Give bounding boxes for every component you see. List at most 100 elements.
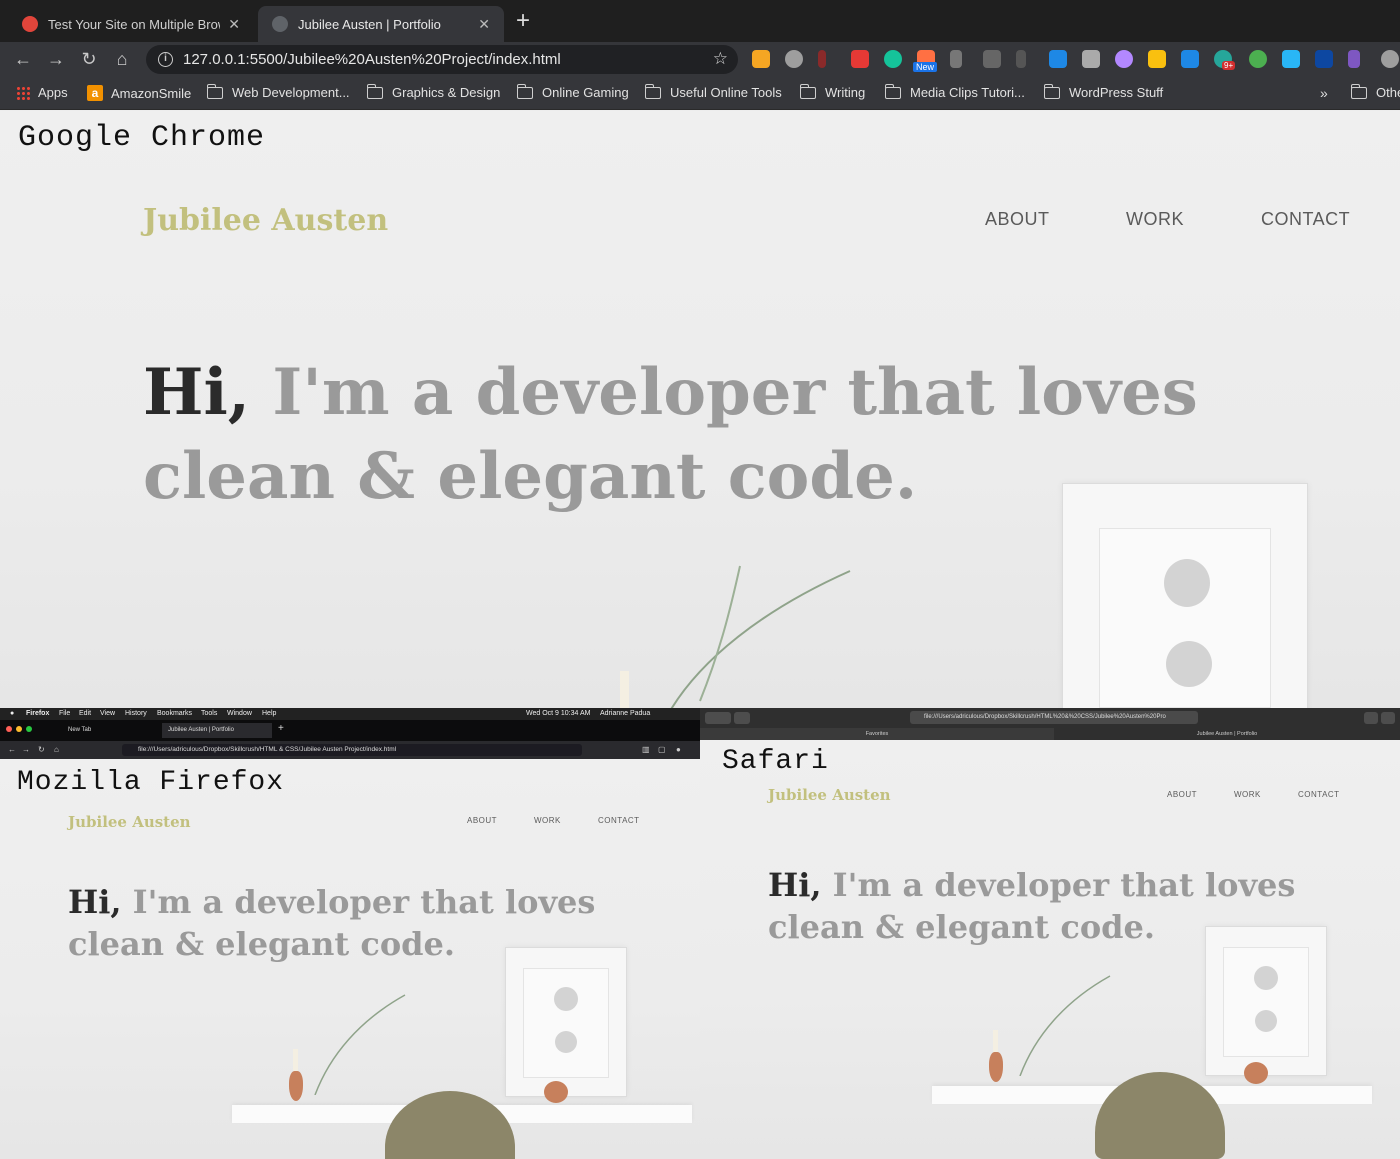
tab-title: Jubilee Austen | Portfolio	[1196, 731, 1258, 737]
bookmark-folder[interactable]: Useful Online Tools	[644, 83, 782, 100]
nav-about[interactable]: ABOUT	[467, 816, 497, 825]
grammarly-icon[interactable]	[884, 50, 902, 68]
nav-contact[interactable]: CONTACT	[1298, 790, 1340, 799]
address-bar[interactable]: i 127.0.0.1:5500/Jubilee%20Austen%20Proj…	[146, 45, 738, 74]
forward-arrow-icon[interactable]: →	[22, 745, 30, 754]
close-tab-icon[interactable]: ✕	[228, 16, 240, 33]
nav-work[interactable]: WORK	[1126, 209, 1184, 230]
bookmark-folder[interactable]: Web Development...	[206, 83, 350, 100]
minimize-window-icon[interactable]	[16, 726, 22, 732]
dropbox-icon[interactable]	[1049, 50, 1067, 68]
bookmark-folder[interactable]: Writing	[799, 83, 865, 100]
bookmark-label: Media Clips Tutori...	[910, 85, 1025, 100]
site-logo[interactable]: Jubilee Austen	[68, 813, 191, 831]
apple-icon[interactable]: ●	[10, 708, 14, 720]
menu-bookmarks[interactable]: Bookmarks	[157, 708, 192, 720]
address-bar[interactable]: file:///Users/adriculous/Dropbox/Skillcr…	[910, 711, 1198, 724]
close-window-icon[interactable]	[6, 726, 12, 732]
sidebar-icon[interactable]	[734, 712, 750, 724]
bookmark-folder[interactable]: Graphics & Design	[366, 83, 501, 100]
menu-edit[interactable]: Edit	[79, 708, 91, 720]
new-tab-button[interactable]: +	[516, 9, 530, 33]
extension-icon[interactable]	[1249, 50, 1267, 68]
site-logo[interactable]: Jubilee Austen	[768, 786, 891, 804]
extension-icon[interactable]	[752, 50, 770, 68]
bulb-extension-icon[interactable]	[983, 50, 1001, 68]
reload-icon[interactable]: ↻	[38, 745, 45, 754]
bookmark-label: Useful Online Tools	[670, 85, 782, 100]
extension-icon[interactable]	[818, 50, 826, 68]
home-icon[interactable]: ⌂	[54, 745, 59, 754]
cloud-extension-icon[interactable]	[1282, 50, 1300, 68]
tab-favorites[interactable]: Favorites	[700, 728, 1054, 740]
extension-icon[interactable]	[1315, 50, 1333, 68]
bookmark-folder[interactable]: Othe	[1350, 83, 1400, 100]
picture-frame	[505, 947, 627, 1097]
nav-contact[interactable]: CONTACT	[598, 816, 640, 825]
address-bar[interactable]: file:///Users/adriculous/Dropbox/Skillcr…	[122, 744, 582, 756]
safari-toolbar: file:///Users/adriculous/Dropbox/Skillcr…	[700, 708, 1400, 728]
nav-about[interactable]: ABOUT	[1167, 790, 1197, 799]
nav-about[interactable]: ABOUT	[985, 209, 1050, 230]
firefox-window: ● Firefox File Edit View History Bookmar…	[0, 708, 700, 1159]
menu-tools[interactable]: Tools	[201, 708, 217, 720]
bookmark-amazonsmile[interactable]: a AmazonSmile	[87, 85, 191, 101]
tab-new-tab[interactable]: New Tab	[56, 723, 160, 738]
skype-icon[interactable]	[1181, 50, 1199, 68]
new-tab-button[interactable]: +	[278, 723, 284, 734]
frame-mat	[1099, 528, 1271, 708]
bookmark-star-icon[interactable]: ☆	[713, 49, 728, 69]
bookmark-label: Graphics & Design	[392, 85, 501, 100]
menu-window[interactable]: Window	[227, 708, 252, 720]
nav-work[interactable]: WORK	[534, 816, 561, 825]
apps-grid-icon	[16, 85, 30, 100]
tab-jubilee-portfolio[interactable]: Jubilee Austen | Portfolio ✕	[258, 6, 504, 42]
extension-icon[interactable]	[950, 50, 962, 68]
nav-work[interactable]: WORK	[1234, 790, 1261, 799]
extension-icon[interactable]	[1115, 50, 1133, 68]
menu-history[interactable]: History	[125, 708, 147, 720]
gear-extension-icon[interactable]	[785, 50, 803, 68]
site-logo[interactable]: Jubilee Austen	[143, 203, 388, 238]
tab-test-your-site[interactable]: Test Your Site on Multiple Brow ✕	[8, 6, 254, 42]
menu-user[interactable]: Adrianne Padua	[600, 708, 650, 720]
bookmark-folder[interactable]: Media Clips Tutori...	[884, 83, 1025, 100]
reload-icon[interactable]: ↻	[78, 48, 100, 70]
menu-file[interactable]: File	[59, 708, 70, 720]
close-tab-icon[interactable]: ✕	[478, 16, 490, 33]
firefox-toolbar: ← → ↻ ⌂ file:///Users/adriculous/Dropbox…	[0, 741, 700, 759]
amazon-icon: a	[87, 85, 103, 101]
home-icon[interactable]: ⌂	[111, 48, 133, 70]
bookmark-folder[interactable]: Online Gaming	[516, 83, 629, 100]
account-icon[interactable]: ●	[676, 745, 681, 754]
bookmark-apps[interactable]: Apps	[16, 85, 68, 100]
back-arrow-icon[interactable]: ←	[12, 48, 34, 70]
site-info-icon[interactable]: i	[158, 52, 173, 67]
bookmark-folder[interactable]: WordPress Stuff	[1043, 83, 1163, 100]
forward-arrow-icon[interactable]: →	[45, 48, 67, 70]
menu-help[interactable]: Help	[262, 708, 276, 720]
folder-icon	[799, 83, 816, 99]
library-icon[interactable]: ▥	[642, 745, 650, 754]
url-text: 127.0.0.1:5500/Jubilee%20Austen%20Projec…	[183, 51, 561, 68]
extension-icon[interactable]	[851, 50, 869, 68]
extension-icon[interactable]	[1082, 50, 1100, 68]
extension-icon[interactable]	[1148, 50, 1166, 68]
extension-icon[interactable]	[1016, 50, 1026, 68]
back-arrow-icon[interactable]: ←	[8, 745, 16, 754]
tab-jubilee-portfolio[interactable]: Jubilee Austen | Portfolio	[1054, 728, 1400, 740]
extension-icon[interactable]	[1348, 50, 1360, 68]
url-text: file:///Users/adriculous/Dropbox/Skillcr…	[138, 746, 397, 753]
menu-firefox[interactable]: Firefox	[26, 708, 49, 720]
tab-jubilee-portfolio[interactable]: Jubilee Austen | Portfolio	[162, 723, 272, 738]
hero-hi: Hi,	[68, 883, 122, 921]
back-forward-buttons[interactable]	[705, 712, 731, 724]
share-icon[interactable]	[1364, 712, 1378, 724]
bookmarks-overflow-icon[interactable]: »	[1320, 85, 1328, 101]
zoom-window-icon[interactable]	[26, 726, 32, 732]
tabs-overview-icon[interactable]	[1381, 712, 1395, 724]
extension-icon[interactable]	[1381, 50, 1399, 68]
nav-contact[interactable]: CONTACT	[1261, 209, 1350, 230]
menu-view[interactable]: View	[100, 708, 115, 720]
sidebar-icon[interactable]: ▢	[658, 745, 666, 754]
